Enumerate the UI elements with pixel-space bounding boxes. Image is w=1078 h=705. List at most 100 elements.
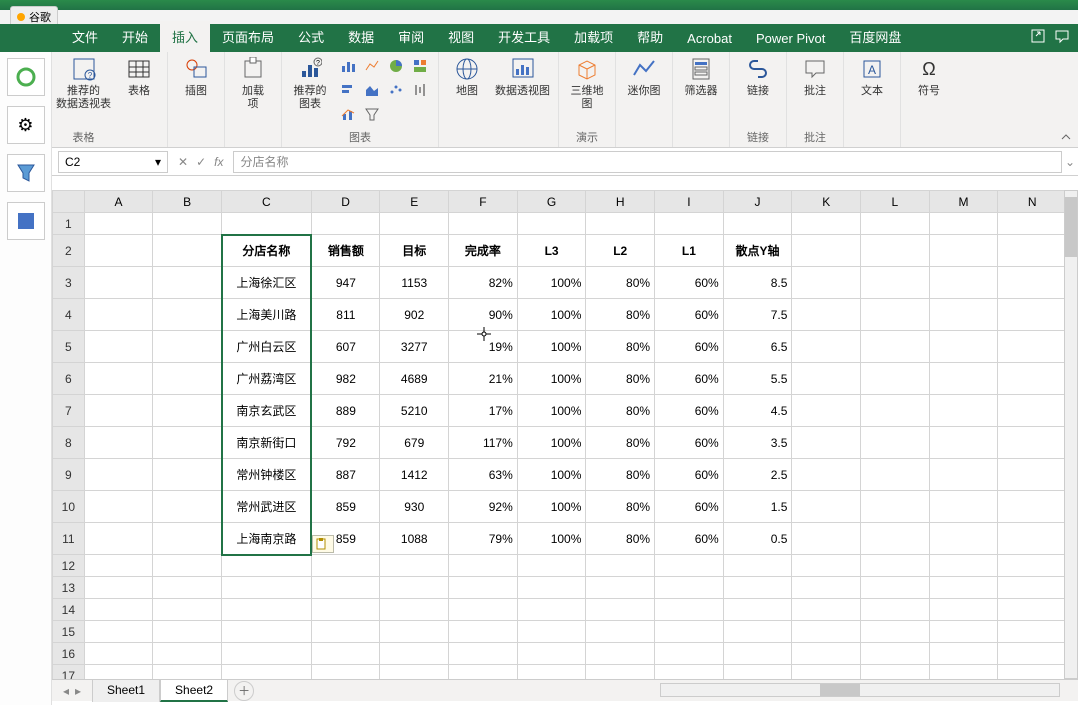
cell-J8[interactable]: 3.5 (723, 427, 792, 459)
cell-G4[interactable]: 100% (517, 299, 586, 331)
cell-E5[interactable]: 3277 (380, 331, 449, 363)
cell-M15[interactable] (929, 621, 998, 643)
collapse-ribbon-icon[interactable] (1060, 131, 1072, 143)
cell-N16[interactable] (998, 643, 1067, 665)
cell-D4[interactable]: 811 (311, 299, 380, 331)
col-header-D[interactable]: D (311, 191, 380, 213)
cell-D16[interactable] (311, 643, 380, 665)
cell-N5[interactable] (998, 331, 1067, 363)
cell-A10[interactable] (84, 491, 153, 523)
row-header-3[interactable]: 3 (53, 267, 85, 299)
cell-E12[interactable] (380, 555, 449, 577)
cell-E14[interactable] (380, 599, 449, 621)
cell-E8[interactable]: 679 (380, 427, 449, 459)
cell-E7[interactable]: 5210 (380, 395, 449, 427)
cell-C3[interactable]: 上海徐汇区 (222, 267, 312, 299)
col-header-B[interactable]: B (153, 191, 222, 213)
cell-H3[interactable]: 80% (586, 267, 655, 299)
dock-item-2[interactable]: ⚙ (7, 106, 45, 144)
cell-F2[interactable]: 完成率 (449, 235, 518, 267)
cell-D1[interactable] (311, 213, 380, 235)
horizontal-scrollbar[interactable] (660, 683, 1060, 697)
cell-F6[interactable]: 21% (449, 363, 518, 395)
cell-I10[interactable]: 60% (655, 491, 724, 523)
cell-E15[interactable] (380, 621, 449, 643)
col-header-C[interactable]: C (222, 191, 312, 213)
cell-F12[interactable] (449, 555, 518, 577)
cell-K5[interactable] (792, 331, 861, 363)
sheet-tab-sheet1[interactable]: Sheet1 (92, 679, 160, 702)
cell-C14[interactable] (222, 599, 312, 621)
row-header-15[interactable]: 15 (53, 621, 85, 643)
cell-C4[interactable]: 上海美川路 (222, 299, 312, 331)
row-header-9[interactable]: 9 (53, 459, 85, 491)
cell-F7[interactable]: 17% (449, 395, 518, 427)
cell-H1[interactable] (586, 213, 655, 235)
cell-L14[interactable] (861, 599, 930, 621)
dock-item-3[interactable] (7, 154, 45, 192)
chart-type-gallery[interactable] (338, 56, 430, 124)
fx-icon[interactable]: fx (214, 155, 223, 169)
cell-C5[interactable]: 广州白云区 (222, 331, 312, 363)
cell-K7[interactable] (792, 395, 861, 427)
row-header-1[interactable]: 1 (53, 213, 85, 235)
cell-L16[interactable] (861, 643, 930, 665)
cell-E3[interactable]: 1153 (380, 267, 449, 299)
cell-K10[interactable] (792, 491, 861, 523)
cell-I14[interactable] (655, 599, 724, 621)
ribbon-tab-6[interactable]: 审阅 (386, 21, 436, 52)
cell-E1[interactable] (380, 213, 449, 235)
cell-C2[interactable]: 分店名称 (222, 235, 312, 267)
cell-N6[interactable] (998, 363, 1067, 395)
cell-A2[interactable] (84, 235, 153, 267)
cell-M12[interactable] (929, 555, 998, 577)
ribbon-tab-9[interactable]: 加载项 (562, 21, 625, 52)
cell-K13[interactable] (792, 577, 861, 599)
cell-C11[interactable]: 上海南京路 (222, 523, 312, 555)
cell-L2[interactable] (861, 235, 930, 267)
bar-chart-icon[interactable] (338, 80, 358, 100)
cell-H15[interactable] (586, 621, 655, 643)
col-header-F[interactable]: F (449, 191, 518, 213)
row-header-12[interactable]: 12 (53, 555, 85, 577)
cell-B3[interactable] (153, 267, 222, 299)
cell-L5[interactable] (861, 331, 930, 363)
cell-N7[interactable] (998, 395, 1067, 427)
cell-I2[interactable]: L1 (655, 235, 724, 267)
cell-B4[interactable] (153, 299, 222, 331)
ribbon-tab-1[interactable]: 开始 (110, 21, 160, 52)
cell-C7[interactable]: 南京玄武区 (222, 395, 312, 427)
cell-J13[interactable] (723, 577, 792, 599)
cell-M10[interactable] (929, 491, 998, 523)
enter-formula-icon[interactable]: ✓ (196, 155, 206, 169)
cell-J15[interactable] (723, 621, 792, 643)
cell-G5[interactable]: 100% (517, 331, 586, 363)
combo-chart-icon[interactable] (338, 104, 358, 124)
ribbon-tab-10[interactable]: 帮助 (625, 21, 675, 52)
col-header-K[interactable]: K (792, 191, 861, 213)
column-chart-icon[interactable] (338, 56, 358, 76)
cell-H16[interactable] (586, 643, 655, 665)
worksheet-grid[interactable]: ABCDEFGHIJKLMN12分店名称销售额目标完成率L3L2L1散点Y轴3上… (52, 190, 1078, 683)
cell-A3[interactable] (84, 267, 153, 299)
cell-H14[interactable] (586, 599, 655, 621)
cell-C15[interactable] (222, 621, 312, 643)
row-header-10[interactable]: 10 (53, 491, 85, 523)
cell-J9[interactable]: 2.5 (723, 459, 792, 491)
ribbon-tab-13[interactable]: 百度网盘 (837, 21, 913, 52)
cell-B10[interactable] (153, 491, 222, 523)
cell-M16[interactable] (929, 643, 998, 665)
col-header-G[interactable]: G (517, 191, 586, 213)
cell-E11[interactable]: 1088 (380, 523, 449, 555)
cell-D13[interactable] (311, 577, 380, 599)
cell-B14[interactable] (153, 599, 222, 621)
cell-K4[interactable] (792, 299, 861, 331)
cell-C16[interactable] (222, 643, 312, 665)
cell-F8[interactable]: 117% (449, 427, 518, 459)
cell-F4[interactable]: 90% (449, 299, 518, 331)
cell-L10[interactable] (861, 491, 930, 523)
cell-L12[interactable] (861, 555, 930, 577)
cell-M9[interactable] (929, 459, 998, 491)
cell-K15[interactable] (792, 621, 861, 643)
cell-K8[interactable] (792, 427, 861, 459)
